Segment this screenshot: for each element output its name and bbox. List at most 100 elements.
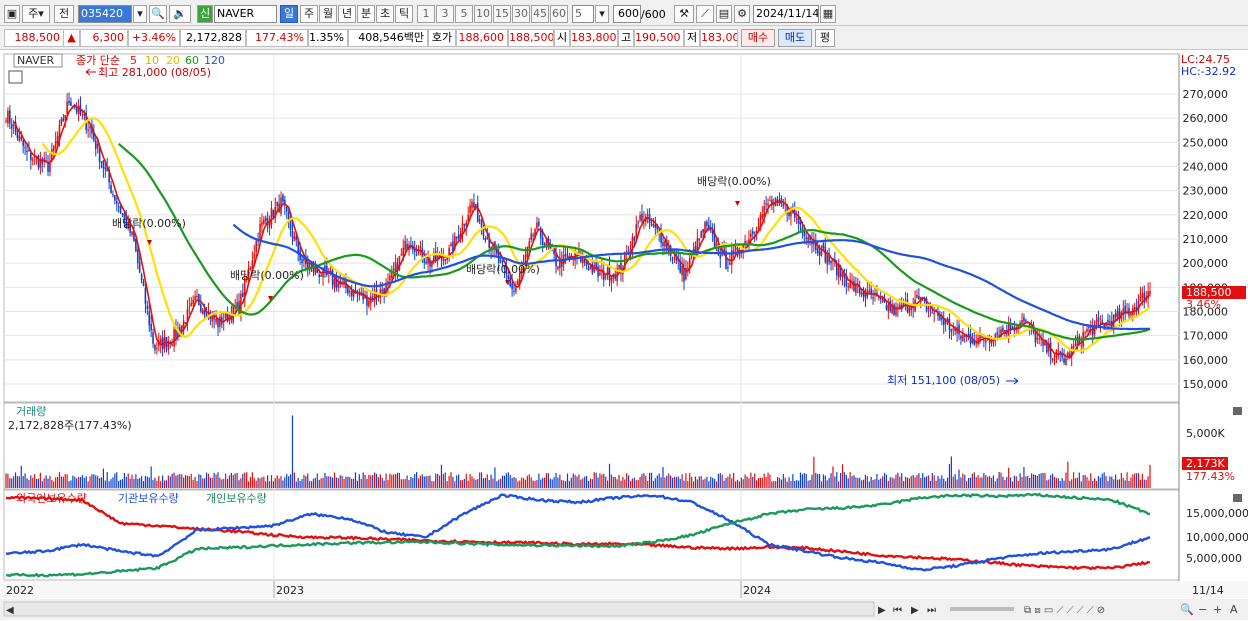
volume-bar	[114, 473, 116, 488]
interval-3[interactable]: 3	[436, 5, 454, 23]
candle-body	[517, 280, 519, 285]
interval-1[interactable]: 1	[417, 5, 435, 23]
buy-button[interactable]: 매수	[741, 29, 775, 47]
stock-name-field[interactable]: NAVER	[214, 5, 277, 23]
search-icon[interactable]: 🔍	[149, 5, 167, 23]
volume-bar	[1080, 481, 1082, 488]
candle-body	[918, 295, 920, 300]
tab-second[interactable]: 초	[376, 5, 394, 23]
volume-bar	[324, 472, 326, 488]
candle-body	[152, 332, 154, 344]
prev-button[interactable]: 전	[54, 5, 74, 23]
calendar-icon[interactable]: ▦	[820, 5, 836, 23]
volume-bar	[320, 478, 322, 488]
candle-body	[835, 263, 838, 276]
market-select[interactable]: 주▾	[22, 5, 50, 23]
chart-menu-icon[interactable]: ▣	[4, 5, 20, 23]
volume-bar	[595, 472, 597, 488]
volume-bar	[519, 480, 521, 488]
volume-bar	[687, 481, 689, 488]
zoom-icon[interactable]: 🔍	[1180, 602, 1194, 616]
volume-bar	[356, 480, 359, 488]
sell-button[interactable]: 매도	[778, 29, 812, 47]
stock-code-input[interactable]: 035420	[78, 5, 132, 23]
volume-bar	[20, 465, 22, 488]
candle-body	[816, 248, 819, 254]
interval-45[interactable]: 45	[531, 5, 549, 23]
scroll-right-icon[interactable]: ▶	[878, 605, 886, 616]
new-button[interactable]: 신	[197, 5, 213, 23]
settings-gear-icon[interactable]: ⚙	[734, 5, 750, 23]
chart-scrollbar[interactable]	[3, 601, 875, 617]
interval-30[interactable]: 30	[512, 5, 530, 23]
tab-minute[interactable]: 분	[357, 5, 375, 23]
zoom-slider[interactable]	[950, 607, 1014, 611]
candle-body	[1116, 311, 1119, 319]
candle-body	[931, 312, 934, 314]
volume-bar	[671, 477, 674, 488]
volume-bar	[895, 474, 897, 488]
scroll-first-icon[interactable]: ⏮	[893, 605, 902, 616]
save-icon[interactable]: ▤	[716, 5, 732, 23]
candle-body	[200, 304, 202, 312]
candle-body	[753, 232, 756, 234]
tab-day[interactable]: 일	[280, 5, 298, 23]
volume-bar	[129, 478, 131, 488]
volume-bar	[549, 478, 551, 488]
volume-bar	[160, 481, 162, 488]
volume-bar	[410, 477, 412, 488]
candle-body	[1080, 344, 1083, 346]
volume-bar	[950, 456, 952, 488]
interval-15[interactable]: 15	[493, 5, 511, 23]
count-input[interactable]: 600	[613, 5, 641, 23]
candle-body	[767, 203, 769, 206]
code-dropdown-icon[interactable]: ▾	[133, 5, 147, 23]
chart-tools-icons[interactable]: ⧉ ⧈ ▭ ⟋ ⟋ ⟋ ⟋ ⊘	[1024, 605, 1105, 616]
volume-bar	[624, 479, 626, 488]
volume-bar	[312, 478, 315, 488]
tab-tick[interactable]: 틱	[395, 5, 413, 23]
volume-bar	[576, 476, 578, 488]
volume-bar	[81, 475, 83, 488]
holdings-panel-close-icon[interactable]	[1233, 494, 1242, 502]
date-input[interactable]: 2024/11/14	[753, 5, 819, 23]
tab-week[interactable]: 주	[300, 5, 318, 23]
tab-month[interactable]: 월	[319, 5, 337, 23]
holdings-y-tick-15m: 15,000,000	[1186, 507, 1248, 520]
stock-chart[interactable]: 270,000 260,000 250,000 240,000 230,000 220,0…	[0, 50, 1248, 621]
zoom-in-icon[interactable]: +	[1213, 603, 1222, 616]
speaker-icon[interactable]: 🔉	[169, 5, 191, 23]
interval-5[interactable]: 5	[455, 5, 473, 23]
volume-bar	[998, 472, 1000, 488]
indicator-icon[interactable]: ⚒	[674, 5, 694, 23]
chart-grid-toggle-icon[interactable]	[8, 70, 23, 84]
volume-bar	[864, 474, 867, 488]
tab-year[interactable]: 년	[338, 5, 356, 23]
candle-body	[633, 237, 636, 241]
interval-value-input[interactable]: 5	[572, 5, 594, 23]
volume-bar	[937, 475, 939, 488]
scroll-left-icon[interactable]: ◀	[6, 605, 14, 616]
drawing-tool-icon[interactable]: ⟋	[696, 5, 714, 23]
zoom-out-icon[interactable]: −	[1198, 603, 1207, 616]
candle-body	[729, 262, 731, 265]
play-icon[interactable]: ▶	[911, 605, 919, 616]
volume-bar	[761, 477, 763, 488]
volume-bar	[416, 472, 418, 488]
candle-body	[646, 214, 649, 216]
scroll-last-icon[interactable]: ⏭	[927, 605, 936, 616]
interval-60[interactable]: 60	[550, 5, 568, 23]
candle-body	[26, 150, 28, 153]
candle-body	[81, 114, 84, 116]
eval-button[interactable]: 평	[815, 29, 835, 47]
interval-dropdown-icon[interactable]: ▾	[595, 5, 609, 23]
font-size-icon[interactable]: A	[1230, 603, 1238, 616]
candle-body	[941, 317, 943, 320]
volume-bar	[557, 477, 559, 488]
volume-panel-close-icon[interactable]	[1233, 407, 1242, 415]
dividend-label-2: 배당락(0.00%)	[230, 269, 304, 282]
candle-body	[337, 283, 340, 288]
volume-bar	[484, 477, 486, 488]
volume-bar	[733, 472, 735, 488]
interval-10[interactable]: 10	[474, 5, 492, 23]
